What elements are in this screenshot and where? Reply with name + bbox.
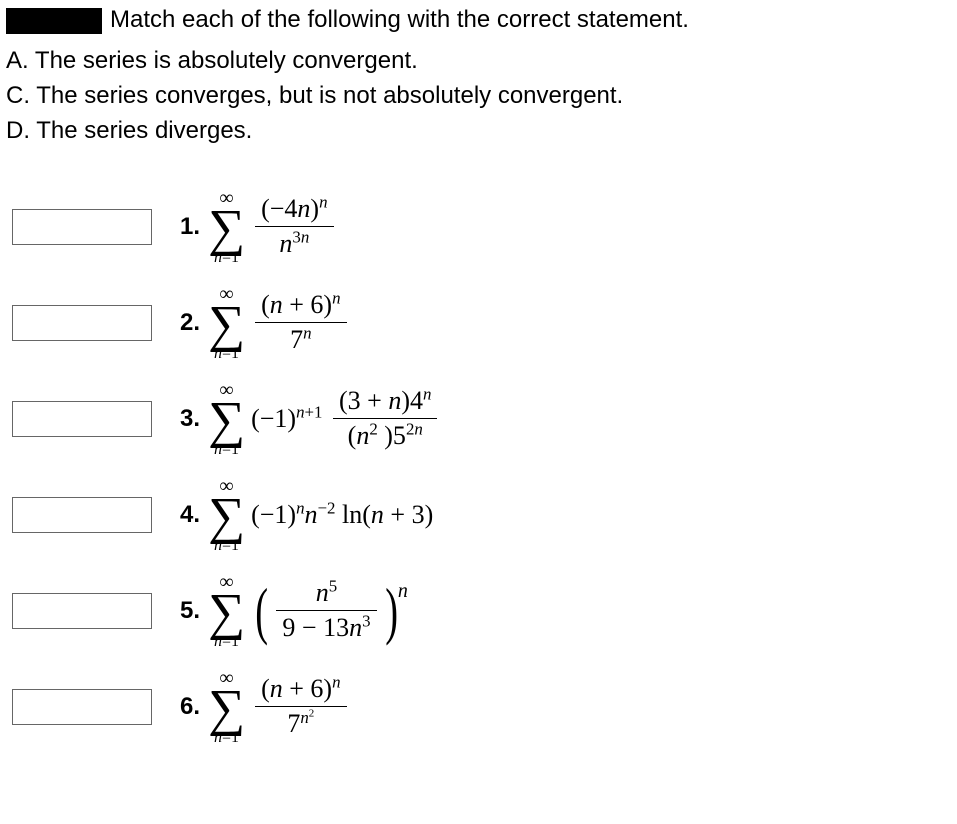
prompt-text: Match each of the following with the cor…: [110, 6, 689, 33]
fraction-numerator: (n + 6)n: [255, 674, 346, 704]
fraction-denominator: 9 − 13n3: [276, 613, 376, 643]
answer-options: A. The series is absolutely convergent. …: [0, 44, 957, 178]
fraction: (n + 6)n 7n: [255, 290, 346, 355]
fraction: n5 9 − 13n3: [276, 578, 376, 643]
answer-input-4[interactable]: [12, 497, 152, 533]
sigma-symbol: ∑: [208, 400, 245, 442]
option-a: A. The series is absolutely convergent.: [6, 44, 951, 79]
problem-row: 4. ∞ ∑ n=1 (−1)nn−2 ln(n + 3): [12, 467, 945, 563]
series-formula: ∞ ∑ n=1 (−4n)n n3n: [208, 188, 338, 266]
sigma-lower: n=1: [214, 538, 239, 554]
problem-row: 3. ∞ ∑ n=1 (−1)n+1 (3 + n)4n (n2 )52n: [12, 371, 945, 467]
outer-exponent: n: [398, 580, 408, 603]
left-paren-icon: (: [255, 585, 268, 636]
sigma-icon: ∞ ∑ n=1: [208, 284, 245, 362]
sigma-icon: ∞ ∑ n=1: [208, 380, 245, 458]
problem-number: 2.: [180, 309, 200, 337]
fraction: (−4n)n n3n: [255, 194, 333, 259]
sigma-symbol: ∑: [208, 592, 245, 634]
prefix-term: (−1)n+1: [251, 404, 322, 434]
problem-number: 5.: [180, 597, 200, 625]
series-formula: ∞ ∑ n=1 (n + 6)n 7n2: [208, 668, 351, 746]
paren-group: ( n5 9 − 13n3 ) n: [251, 578, 408, 643]
series-formula: ∞ ∑ n=1 (n + 6)n 7n: [208, 284, 351, 362]
sigma-lower: n=1: [214, 250, 239, 266]
series-formula: ∞ ∑ n=1 (−1)nn−2 ln(n + 3): [208, 476, 433, 554]
fraction-denominator: n3n: [273, 229, 315, 259]
fraction-numerator: n5: [310, 578, 343, 608]
problem-number: 3.: [180, 405, 200, 433]
sigma-icon: ∞ ∑ n=1: [208, 668, 245, 746]
problem-row: 5. ∞ ∑ n=1 ( n5 9 − 13n3 ) n: [12, 563, 945, 659]
right-paren-icon: ): [385, 585, 398, 636]
question-header: Match each of the following with the cor…: [0, 0, 957, 44]
sigma-symbol: ∑: [208, 688, 245, 730]
fraction-denominator: 7n2: [281, 709, 320, 739]
sigma-icon: ∞ ∑ n=1: [208, 572, 245, 650]
option-d: D. The series diverges.: [6, 114, 951, 149]
sigma-lower: n=1: [214, 346, 239, 362]
sigma-lower: n=1: [214, 442, 239, 458]
problem-row: 2. ∞ ∑ n=1 (n + 6)n 7n: [12, 275, 945, 371]
fraction-numerator: (n + 6)n: [255, 290, 346, 320]
fraction-numerator: (3 + n)4n: [333, 386, 437, 416]
sigma-lower: n=1: [214, 730, 239, 746]
answer-input-6[interactable]: [12, 689, 152, 725]
problem-number: 6.: [180, 693, 200, 721]
sigma-symbol: ∑: [208, 304, 245, 346]
problem-number: 4.: [180, 501, 200, 529]
problem-row: 1. ∞ ∑ n=1 (−4n)n n3n: [12, 179, 945, 275]
sigma-lower: n=1: [214, 634, 239, 650]
sigma-icon: ∞ ∑ n=1: [208, 188, 245, 266]
fraction: (n + 6)n 7n2: [255, 674, 346, 739]
problem-row: 6. ∞ ∑ n=1 (n + 6)n 7n2: [12, 659, 945, 755]
problems-list: 1. ∞ ∑ n=1 (−4n)n n3n 2. ∞ ∑ n=1 (n + 6)…: [0, 179, 957, 775]
series-formula: ∞ ∑ n=1 (−1)n+1 (3 + n)4n (n2 )52n: [208, 380, 441, 458]
expression: (−1)nn−2 ln(n + 3): [251, 500, 433, 530]
answer-input-5[interactable]: [12, 593, 152, 629]
answer-input-2[interactable]: [12, 305, 152, 341]
redaction-box: [6, 8, 102, 34]
sigma-icon: ∞ ∑ n=1: [208, 476, 245, 554]
answer-input-3[interactable]: [12, 401, 152, 437]
problem-number: 1.: [180, 213, 200, 241]
fraction-denominator: (n2 )52n: [342, 421, 429, 451]
sigma-symbol: ∑: [208, 208, 245, 250]
fraction-numerator: (−4n)n: [255, 194, 333, 224]
series-formula: ∞ ∑ n=1 ( n5 9 − 13n3 ) n: [208, 572, 408, 650]
fraction: (3 + n)4n (n2 )52n: [333, 386, 437, 451]
sigma-symbol: ∑: [208, 496, 245, 538]
option-c: C. The series converges, but is not abso…: [6, 79, 951, 114]
fraction-denominator: 7n: [284, 325, 317, 355]
answer-input-1[interactable]: [12, 209, 152, 245]
